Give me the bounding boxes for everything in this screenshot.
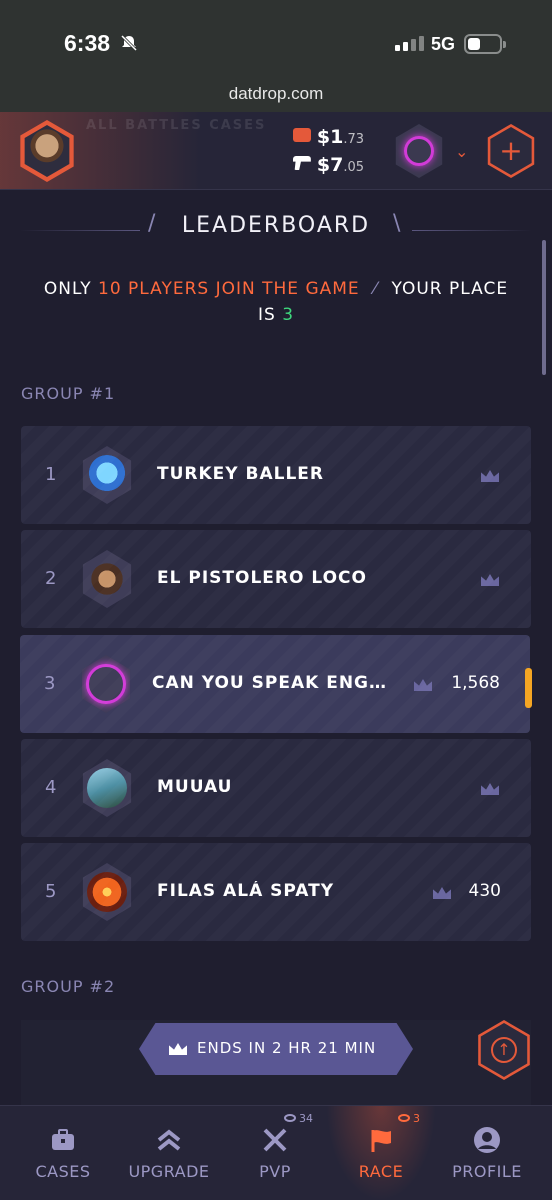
wallet-balance[interactable]: $1.73 bbox=[292, 126, 364, 148]
player-avatar bbox=[81, 655, 131, 713]
status-bar: 6:38 5G datdrop.com bbox=[0, 0, 552, 112]
current-user-marker bbox=[525, 668, 532, 708]
eye-icon bbox=[398, 1114, 410, 1122]
player-avatar bbox=[82, 863, 132, 921]
player-name: MUUAU bbox=[157, 777, 233, 797]
nav-profile[interactable]: PROFILE bbox=[432, 1106, 542, 1200]
gun-balance[interactable]: $7.05 bbox=[292, 154, 364, 176]
silent-bell-icon bbox=[120, 34, 138, 52]
leaderboard-row-current-user[interactable]: 3 CAN YOU SPEAK ENGLI... 1,568 bbox=[20, 635, 530, 733]
player-name: FILAS ALÁ SPATY bbox=[157, 881, 335, 901]
scrollbar[interactable] bbox=[542, 240, 546, 375]
flag-icon bbox=[371, 1130, 391, 1152]
signal-icon bbox=[395, 36, 424, 51]
race-viewers-badge: 3 bbox=[398, 1112, 420, 1125]
user-icon bbox=[474, 1127, 500, 1153]
nav-upgrade[interactable]: UPGRADE bbox=[114, 1106, 224, 1200]
chevron-down-icon[interactable]: ⌄ bbox=[455, 142, 468, 161]
player-name: TURKEY BALLER bbox=[157, 464, 324, 484]
battery-icon bbox=[464, 34, 506, 54]
leaderboard-subtitle: ONLY 10 PLAYERS JOIN THE GAME ⁄ YOUR PLACE… bbox=[43, 279, 509, 325]
leaderboard-row[interactable]: 2 EL PISTOLERO LOCO bbox=[21, 530, 531, 628]
group-label: GROUP #2 bbox=[21, 977, 116, 996]
plus-icon: + bbox=[490, 127, 532, 175]
pvp-viewers-badge: 34 bbox=[284, 1112, 313, 1125]
crown-icon bbox=[481, 783, 499, 795]
player-avatar bbox=[82, 446, 132, 504]
eye-icon bbox=[284, 1114, 296, 1122]
leaderboard-row[interactable]: 5 FILAS ALÁ SPATY 430 bbox=[21, 843, 531, 941]
leaderboard-row[interactable]: 4 MUUAU bbox=[21, 739, 531, 837]
url-bar[interactable]: datdrop.com bbox=[0, 84, 552, 104]
swords-icon bbox=[263, 1128, 287, 1152]
group-label: GROUP #1 bbox=[21, 384, 116, 403]
player-avatar bbox=[82, 550, 132, 608]
nav-race[interactable]: 3 RACE bbox=[326, 1106, 436, 1200]
crown-icon bbox=[481, 574, 499, 586]
nav-cases[interactable]: CASES bbox=[8, 1106, 118, 1200]
leaderboard-header: / LEADERBOARD \ bbox=[0, 205, 552, 245]
wallet-icon bbox=[292, 128, 311, 142]
profile-menu-avatar[interactable] bbox=[395, 124, 443, 178]
crown-icon bbox=[433, 887, 451, 899]
player-score: 430 bbox=[468, 881, 501, 901]
nav-pvp[interactable]: 34 PVP bbox=[220, 1106, 330, 1200]
arrow-up-icon: ↑ bbox=[491, 1037, 517, 1063]
race-timer: ENDS IN 2 HR 21 MIN bbox=[197, 1039, 377, 1057]
chevrons-up-icon bbox=[157, 1129, 181, 1151]
player-avatar bbox=[82, 759, 132, 817]
network-type: 5G bbox=[431, 34, 456, 54]
race-timer-banner: ENDS IN 2 HR 21 MIN bbox=[139, 1023, 413, 1075]
briefcase-icon bbox=[52, 1129, 74, 1150]
deposit-button[interactable]: + bbox=[487, 124, 535, 178]
player-name: CAN YOU SPEAK ENGLI... bbox=[152, 673, 397, 693]
gun-icon bbox=[292, 156, 311, 170]
page-title: LEADERBOARD bbox=[181, 213, 371, 238]
clock: 6:38 bbox=[64, 30, 111, 56]
crown-icon bbox=[169, 1043, 187, 1055]
player-score: 1,568 bbox=[451, 673, 500, 693]
bottom-navigation: CASES UPGRADE 34 PVP 3 RACE PROFILE bbox=[0, 1105, 552, 1200]
ghost-nav-text: ALL BATTLES CASES bbox=[86, 118, 267, 133]
crown-icon bbox=[481, 470, 499, 482]
player-name: EL PISTOLERO LOCO bbox=[157, 568, 367, 588]
leaderboard-row[interactable]: 1 TURKEY BALLER bbox=[21, 426, 531, 524]
app-header: ALL BATTLES CASES $1.73 $7.05 ⌄ + bbox=[0, 112, 552, 190]
crown-icon bbox=[414, 679, 432, 691]
